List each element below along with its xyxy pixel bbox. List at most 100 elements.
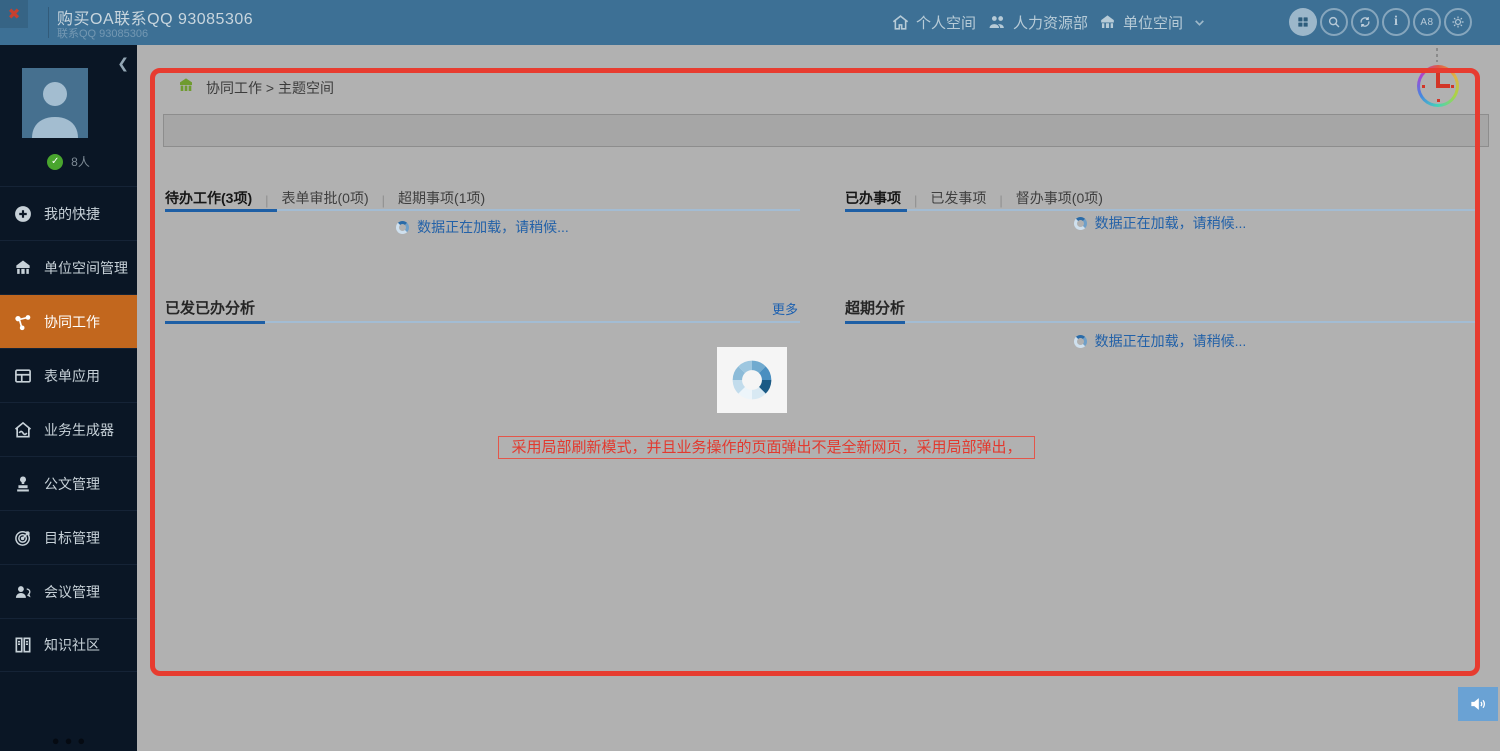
avatar[interactable] xyxy=(22,68,88,138)
sync-button[interactable] xyxy=(1351,8,1379,36)
share-nodes-icon xyxy=(13,312,33,332)
clock-tick xyxy=(1422,85,1425,88)
done-panel-tabs: 已办事项 | 已发事项 | 督办事项(0项) xyxy=(845,186,1475,211)
overdue-loading: 数据正在加载，请稍候... xyxy=(845,331,1475,351)
sidebar-item-label: 知识社区 xyxy=(44,635,100,655)
tab-sent-items[interactable]: 已发事项 xyxy=(930,188,986,208)
home-icon xyxy=(891,13,910,32)
nav-hr-label: 人力资源部 xyxy=(1013,12,1088,33)
tab-separator: | xyxy=(999,193,1002,208)
more-link[interactable]: 更多 xyxy=(772,299,798,318)
loading-text: 数据正在加载，请稍候... xyxy=(417,217,569,237)
dot-icon: ● xyxy=(65,736,73,746)
people-icon xyxy=(988,13,1007,32)
active-tab-underline xyxy=(845,209,907,212)
tab-done-items[interactable]: 已办事项 xyxy=(845,188,901,208)
segmented-spinner-icon xyxy=(729,357,775,403)
dot-icon: ● xyxy=(52,736,60,746)
sidebar-item-document-mgmt[interactable]: 公文管理 xyxy=(0,456,137,510)
sidebar-item-label: 单位空间管理 xyxy=(44,258,128,278)
loading-text: 数据正在加载，请稍候... xyxy=(1095,331,1247,351)
nav-personal-label: 个人空间 xyxy=(916,12,976,33)
sidebar-item-unit-space-mgmt[interactable]: 单位空间管理 xyxy=(0,240,137,294)
sidebar-item-goal-mgmt[interactable]: 目标管理 xyxy=(0,510,137,564)
clock-widget[interactable] xyxy=(1417,65,1459,107)
nav-personal-space[interactable]: 个人空间 xyxy=(891,0,976,45)
gear-icon xyxy=(1451,15,1465,29)
collapse-sidebar-icon[interactable]: ❮ xyxy=(117,55,129,72)
tab-supervised-items[interactable]: 督办事项(0项) xyxy=(1016,188,1103,208)
sidebar: ❮ ✓ 8人 我的快捷 单位空间管理 协同工作 表单应用 业务生成器 xyxy=(0,45,137,751)
sidebar-item-collaboration[interactable]: 协同工作 xyxy=(0,294,137,348)
sidebar-overflow-dots[interactable]: ● ● ● xyxy=(0,736,137,746)
loading-text: 数据正在加载，请稍候... xyxy=(1095,213,1247,233)
sidebar-item-label: 协同工作 xyxy=(44,312,100,332)
tab-todo-work[interactable]: 待办工作(3项) xyxy=(165,188,252,208)
info-icon: i xyxy=(1394,14,1398,30)
sidebar-item-knowledge-community[interactable]: 知识社区 xyxy=(0,618,137,672)
todo-loading: 数据正在加载，请稍候... xyxy=(165,217,800,237)
settings-button[interactable] xyxy=(1444,8,1472,36)
check-circle-icon: ✓ xyxy=(47,154,63,170)
sidebar-item-meeting-mgmt[interactable]: 会议管理 xyxy=(0,564,137,618)
plus-circle-icon xyxy=(13,204,33,224)
online-status: ✓ 8人 xyxy=(0,153,137,170)
section-title: 已发已办分析 xyxy=(165,300,255,317)
nav-hr-department[interactable]: 人力资源部 xyxy=(988,0,1088,45)
breadcrumb-text: 协同工作 > 主题空间 xyxy=(206,78,334,98)
speaker-button[interactable] xyxy=(1458,687,1498,721)
loading-spinner-icon xyxy=(1074,335,1087,348)
chevron-down-icon xyxy=(1193,16,1206,29)
target-icon xyxy=(13,528,33,548)
clock-tick xyxy=(1437,70,1440,73)
sidebar-item-label: 我的快捷 xyxy=(44,204,100,224)
done-loading: 数据正在加载，请稍候... xyxy=(845,213,1475,233)
close-button[interactable]: ✖ xyxy=(0,0,28,28)
sidebar-item-my-shortcuts[interactable]: 我的快捷 xyxy=(0,186,137,240)
sidebar-item-label: 公文管理 xyxy=(44,474,100,494)
notice-banner: 采用局部刷新模式，并且业务操作的页面弹出不是全新网页，采用局部弹出， xyxy=(498,436,1035,459)
tab-form-approval[interactable]: 表单审批(0项) xyxy=(282,188,369,208)
active-tab-underline xyxy=(165,209,277,212)
nav-unit-label: 单位空间 xyxy=(1123,12,1183,33)
clock-tick xyxy=(1437,99,1440,102)
sidebar-item-business-generator[interactable]: 业务生成器 xyxy=(0,402,137,456)
topbar-icon-buttons: i A8 xyxy=(1289,8,1472,36)
form-grid-icon xyxy=(13,366,33,386)
todo-panel-tabs: 待办工作(3项) | 表单审批(0项) | 超期事项(1项) xyxy=(165,186,800,211)
section-underline xyxy=(845,321,905,324)
search-icon xyxy=(1327,15,1341,29)
books-icon xyxy=(13,635,33,655)
search-button[interactable] xyxy=(1320,8,1348,36)
clock-hour-hand xyxy=(1437,84,1450,88)
apps-button[interactable] xyxy=(1289,8,1317,36)
highlight-red-frame xyxy=(150,68,1480,676)
sidebar-item-label: 目标管理 xyxy=(44,528,100,548)
status-label: 8人 xyxy=(71,153,90,170)
tab-separator: | xyxy=(382,193,385,208)
speaker-icon xyxy=(1468,694,1488,714)
section-title: 超期分析 xyxy=(845,300,905,317)
sidebar-item-label: 会议管理 xyxy=(44,582,100,602)
sidebar-item-label: 业务生成器 xyxy=(44,420,114,440)
meeting-icon xyxy=(13,582,33,602)
apps-grid-icon xyxy=(1296,15,1310,29)
tab-baseline xyxy=(845,209,1475,211)
a8-button[interactable]: A8 xyxy=(1413,8,1441,36)
loading-spinner-icon xyxy=(1074,217,1087,230)
a8-badge: A8 xyxy=(1420,17,1433,28)
tab-overdue-items[interactable]: 超期事项(1项) xyxy=(398,188,485,208)
sidebar-menu: 我的快捷 单位空间管理 协同工作 表单应用 业务生成器 公文管理 目标管理 会 xyxy=(0,186,137,672)
nav-unit-space[interactable]: 单位空间 xyxy=(1098,0,1206,45)
main-content: 协同工作 > 主题空间 待办工作(3项) | 表单审批(0项) | 超期事项(1… xyxy=(137,45,1500,751)
stamp-icon xyxy=(13,474,33,494)
person-silhouette-icon xyxy=(22,68,88,138)
top-bar: ✖ 购买OA联系QQ 93085306 联系QQ 93085306 个人空间 人… xyxy=(0,0,1500,45)
info-button[interactable]: i xyxy=(1382,8,1410,36)
section-underline xyxy=(165,321,265,324)
sent-done-analysis-section: 已发已办分析 更多 xyxy=(165,297,800,323)
sidebar-item-form-apps[interactable]: 表单应用 xyxy=(0,348,137,402)
house-generator-icon xyxy=(13,420,33,440)
tab-separator: | xyxy=(914,193,917,208)
empty-toolbar-bar[interactable] xyxy=(163,114,1489,147)
